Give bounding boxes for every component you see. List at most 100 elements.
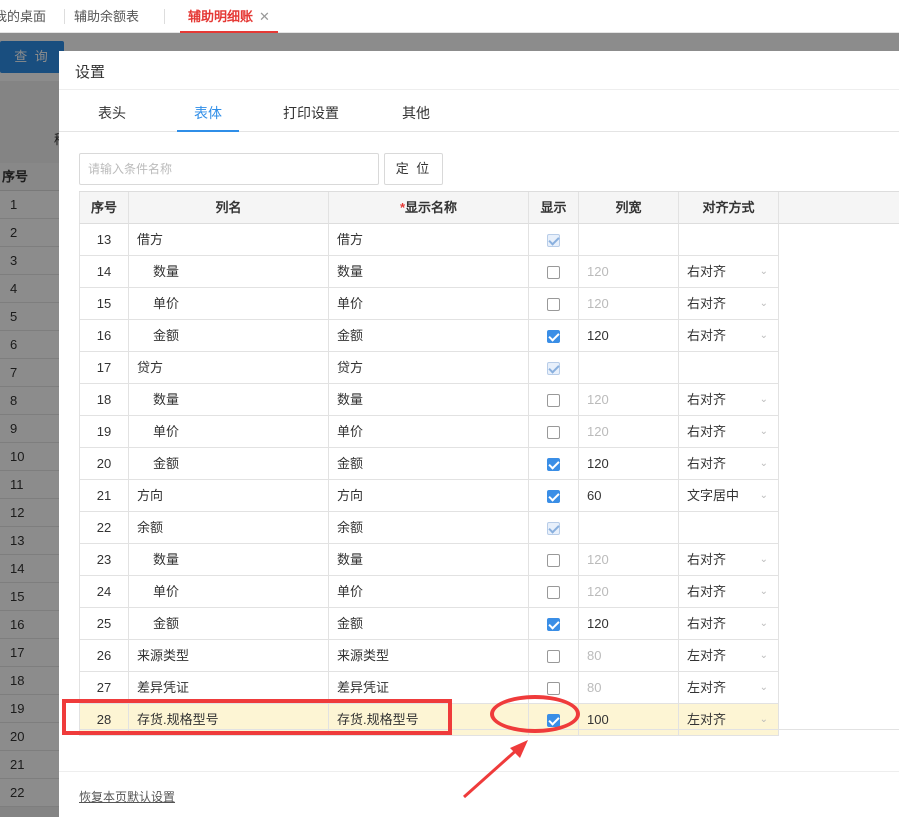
search-input[interactable] (79, 153, 379, 185)
table-row[interactable]: 16 金额 金额 120 右对齐 ⌄ (79, 320, 899, 352)
chevron-down-icon[interactable]: ⌄ (760, 416, 768, 447)
chevron-down-icon[interactable]: ⌄ (760, 704, 768, 735)
tab-print-settings[interactable]: 打印设置 (283, 90, 339, 132)
cell-width[interactable]: 120 (579, 608, 679, 640)
checkbox-icon[interactable] (547, 458, 560, 471)
cell-width[interactable] (579, 224, 679, 256)
table-row[interactable]: 21 方向 方向 60 文字居中 ⌄ (79, 480, 899, 512)
cell-display-name[interactable]: 贷方 (329, 352, 529, 384)
chevron-down-icon[interactable]: ⌄ (760, 288, 768, 319)
cell-align[interactable]: 右对齐 ⌄ (679, 608, 779, 640)
cell-show (529, 448, 579, 480)
cell-width[interactable] (579, 352, 679, 384)
checkbox-icon[interactable] (547, 554, 560, 567)
table-row[interactable]: 17 贷方 贷方 (79, 352, 899, 384)
table-row[interactable]: 14 数量 数量 120 右对齐 ⌄ (79, 256, 899, 288)
chevron-down-icon[interactable]: ⌄ (760, 608, 768, 639)
cell-width[interactable]: 100 (579, 704, 679, 736)
close-icon[interactable]: ✕ (259, 9, 270, 24)
chevron-down-icon[interactable]: ⌄ (760, 384, 768, 415)
align-value: 左对齐 (687, 648, 727, 663)
table-row[interactable]: 26 来源类型 来源类型 80 左对齐 ⌄ (79, 640, 899, 672)
cell-align[interactable]: 左对齐 ⌄ (679, 672, 779, 704)
tab-aux-detail[interactable]: 辅助明细账 ✕ (180, 0, 278, 33)
checkbox-icon[interactable] (547, 426, 560, 439)
cell-display-name[interactable]: 余额 (329, 512, 529, 544)
checkbox-icon[interactable] (547, 682, 560, 695)
checkbox-icon[interactable] (547, 266, 560, 279)
cell-width[interactable]: 120 (579, 544, 679, 576)
table-row[interactable]: 13 借方 借方 (79, 224, 899, 256)
chevron-down-icon[interactable]: ⌄ (760, 672, 768, 703)
cell-width[interactable]: 60 (579, 480, 679, 512)
chevron-down-icon[interactable]: ⌄ (760, 544, 768, 575)
cell-align[interactable]: 左对齐 ⌄ (679, 640, 779, 672)
tab-aux-balance[interactable]: 辅助余额表 (74, 0, 139, 33)
chevron-down-icon[interactable]: ⌄ (760, 256, 768, 287)
cell-width[interactable]: 120 (579, 384, 679, 416)
locate-button[interactable]: 定 位 (384, 153, 443, 185)
checkbox-icon[interactable] (547, 650, 560, 663)
cell-width[interactable] (579, 512, 679, 544)
row-filler (779, 608, 899, 640)
chevron-down-icon[interactable]: ⌄ (760, 640, 768, 671)
chevron-down-icon[interactable]: ⌄ (760, 448, 768, 479)
checkbox-icon[interactable] (547, 586, 560, 599)
cell-align[interactable]: 右对齐 ⌄ (679, 288, 779, 320)
cell-width[interactable]: 120 (579, 288, 679, 320)
table-row[interactable]: 23 数量 数量 120 右对齐 ⌄ (79, 544, 899, 576)
cell-width[interactable]: 80 (579, 672, 679, 704)
cell-align[interactable]: 右对齐 ⌄ (679, 320, 779, 352)
cell-name: 金额 (129, 320, 329, 352)
cell-display-name[interactable]: 单价 (329, 416, 529, 448)
cell-align[interactable]: 文字居中 ⌄ (679, 480, 779, 512)
cell-align[interactable]: 右对齐 ⌄ (679, 544, 779, 576)
table-row[interactable]: 25 金额 金额 120 右对齐 ⌄ (79, 608, 899, 640)
cell-seq: 25 (79, 608, 129, 640)
chevron-down-icon[interactable]: ⌄ (760, 576, 768, 607)
cell-display-name[interactable]: 单价 (329, 576, 529, 608)
checkbox-icon[interactable] (547, 490, 560, 503)
cell-align[interactable]: 左对齐 ⌄ (679, 704, 779, 736)
chevron-down-icon[interactable]: ⌄ (760, 480, 768, 511)
table-row[interactable]: 20 金额 金额 120 右对齐 ⌄ (79, 448, 899, 480)
cell-show (529, 544, 579, 576)
checkbox-icon[interactable] (547, 298, 560, 311)
checkbox-icon[interactable] (547, 330, 560, 343)
table-row[interactable]: 24 单价 单价 120 右对齐 ⌄ (79, 576, 899, 608)
restore-defaults-link[interactable]: 恢复本页默认设置 (79, 788, 175, 805)
table-row[interactable]: 15 单价 单价 120 右对齐 ⌄ (79, 288, 899, 320)
cell-display-name[interactable]: 金额 (329, 320, 529, 352)
cell-align[interactable]: 右对齐 ⌄ (679, 256, 779, 288)
cell-width[interactable]: 120 (579, 320, 679, 352)
table-row[interactable]: 22 余额 余额 (79, 512, 899, 544)
tab-other[interactable]: 其他 (402, 90, 430, 132)
cell-display-name[interactable]: 单价 (329, 288, 529, 320)
tab-header[interactable]: 表头 (98, 90, 126, 132)
cell-display-name[interactable]: 金额 (329, 608, 529, 640)
cell-width[interactable]: 120 (579, 416, 679, 448)
checkbox-icon[interactable] (547, 618, 560, 631)
header-align: 对齐方式 (679, 192, 779, 224)
cell-width[interactable]: 120 (579, 448, 679, 480)
cell-align[interactable]: 右对齐 ⌄ (679, 576, 779, 608)
table-row[interactable]: 18 数量 数量 120 右对齐 ⌄ (79, 384, 899, 416)
cell-display-name[interactable]: 来源类型 (329, 640, 529, 672)
tab-body[interactable]: 表体 (177, 90, 239, 132)
cell-display-name[interactable]: 数量 (329, 544, 529, 576)
table-row[interactable]: 19 单价 单价 120 右对齐 ⌄ (79, 416, 899, 448)
cell-width[interactable]: 120 (579, 256, 679, 288)
cell-display-name[interactable]: 金额 (329, 448, 529, 480)
checkbox-icon[interactable] (547, 394, 560, 407)
tab-my-desktop[interactable]: 我的桌面 (0, 0, 46, 33)
cell-display-name[interactable]: 方向 (329, 480, 529, 512)
cell-display-name[interactable]: 借方 (329, 224, 529, 256)
cell-width[interactable]: 80 (579, 640, 679, 672)
chevron-down-icon[interactable]: ⌄ (760, 320, 768, 351)
cell-align[interactable]: 右对齐 ⌄ (679, 448, 779, 480)
cell-display-name[interactable]: 数量 (329, 256, 529, 288)
cell-display-name[interactable]: 数量 (329, 384, 529, 416)
cell-width[interactable]: 120 (579, 576, 679, 608)
cell-align[interactable]: 右对齐 ⌄ (679, 416, 779, 448)
cell-align[interactable]: 右对齐 ⌄ (679, 384, 779, 416)
